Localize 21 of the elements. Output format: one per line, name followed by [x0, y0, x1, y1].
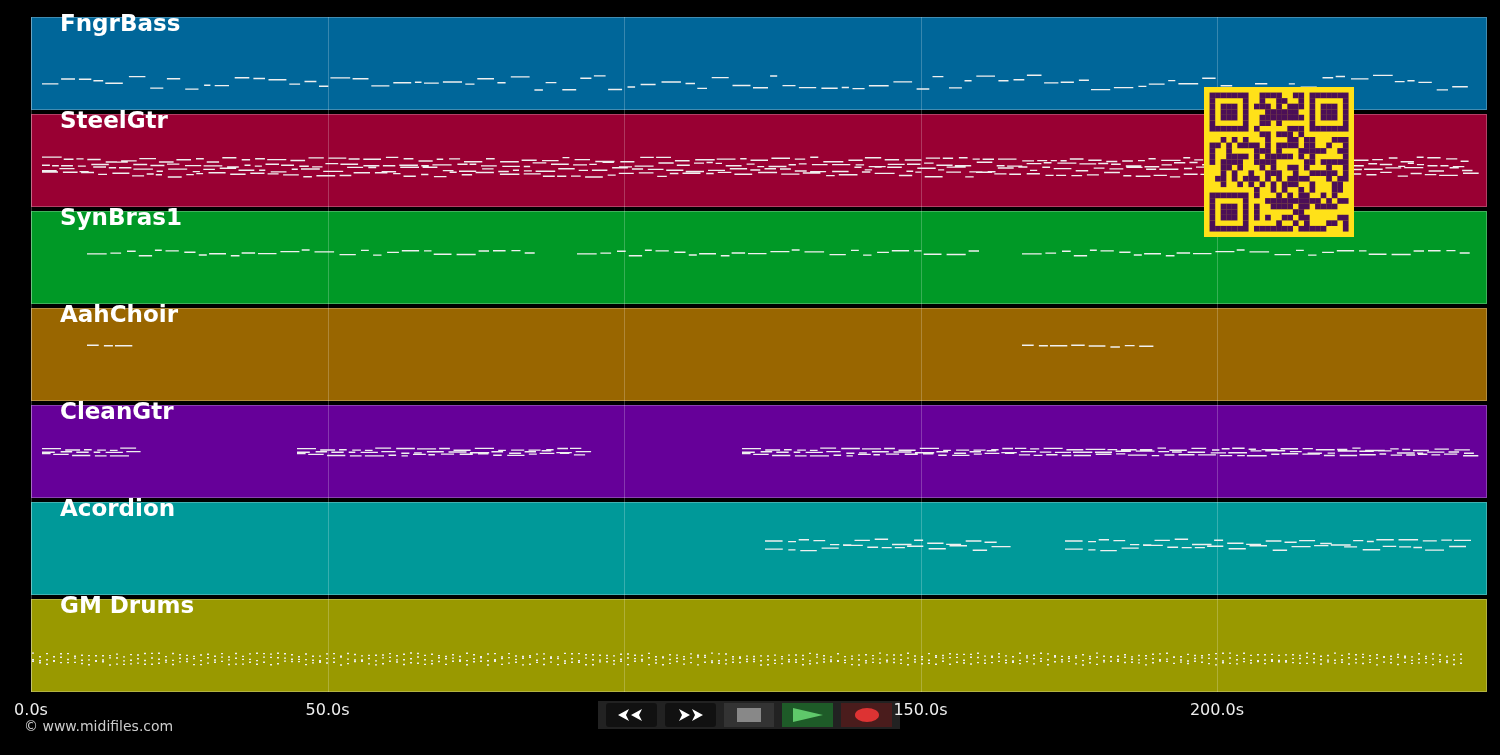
time-tick-label: 0.0s [14, 700, 48, 719]
copyright-text: © www.midifiles.com [24, 718, 174, 734]
play-button[interactable] [782, 703, 834, 727]
record-button[interactable] [841, 703, 892, 727]
track-name: CleanGtr [60, 398, 174, 424]
stop-button[interactable] [723, 703, 775, 727]
play-icon [792, 708, 823, 722]
track-name: GM Drums [60, 592, 195, 618]
track-name: Acordion [60, 495, 176, 521]
stop-icon [737, 708, 761, 722]
record-icon [854, 708, 879, 722]
forward-button[interactable] [664, 703, 716, 727]
rewind-button[interactable] [606, 703, 657, 727]
time-tick-label: 200.0s [1189, 700, 1245, 719]
time-tick-label: 150.0s [893, 700, 948, 719]
track-name: SynBras1 [60, 204, 183, 230]
fast-forward-icon [676, 708, 705, 722]
track-name: FngrBass [60, 10, 181, 36]
track-name: AahChoir [60, 301, 178, 327]
track-name: SteelGtr [60, 107, 168, 133]
time-tick-label: 50.0s [305, 700, 350, 719]
